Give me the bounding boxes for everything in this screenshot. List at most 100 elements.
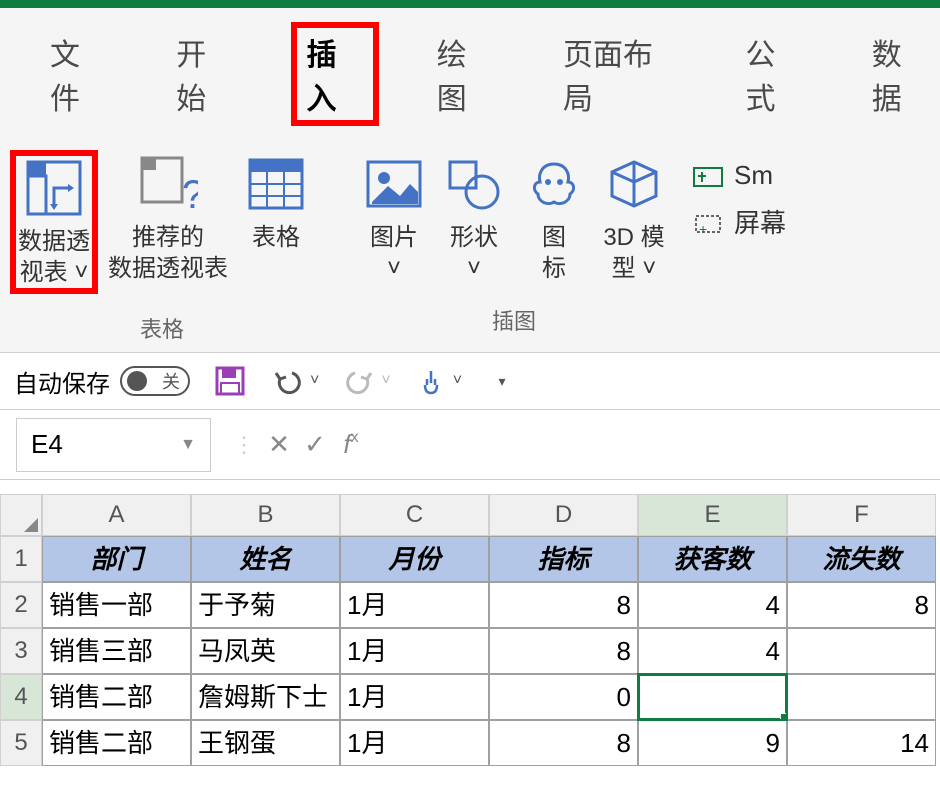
cell[interactable]: 4 xyxy=(638,628,787,674)
cell[interactable]: 8 xyxy=(489,628,638,674)
select-all-corner[interactable] xyxy=(0,494,42,536)
cell[interactable]: 获客数 xyxy=(638,536,787,582)
cell[interactable]: 8 xyxy=(787,582,936,628)
column-header-c[interactable]: C xyxy=(340,494,489,536)
pivot-table-label: 数据透 视表 ˅ xyxy=(18,226,90,288)
column-header-b[interactable]: B xyxy=(191,494,340,536)
shapes-icon xyxy=(442,152,506,216)
tab-insert[interactable]: 插入 xyxy=(291,22,379,126)
quick-access-toolbar: 自动保存 关 ˅ ˅ ˅ ▾ xyxy=(0,353,940,410)
ribbon-tabs: 文件 开始 插入 绘图 页面布局 公式 数据 xyxy=(0,8,940,138)
cell[interactable]: 马凤英 xyxy=(191,628,340,674)
enter-formula-button[interactable]: ✓ xyxy=(297,429,333,460)
name-box-value: E4 xyxy=(31,429,63,460)
table-button[interactable]: 表格 xyxy=(238,150,314,294)
cube-icon xyxy=(602,152,666,216)
icons-label: 图 标 xyxy=(542,222,566,284)
tab-data[interactable]: 数据 xyxy=(860,26,940,122)
undo-button[interactable] xyxy=(270,363,306,399)
cell[interactable]: 王钢蛋 xyxy=(191,720,340,766)
cell[interactable]: 詹姆斯下士 xyxy=(191,674,340,720)
cell-selected[interactable] xyxy=(638,674,787,720)
tab-page-layout[interactable]: 页面布局 xyxy=(551,26,688,122)
touch-dropdown[interactable]: ˅ xyxy=(453,372,462,390)
tab-home[interactable]: 开始 xyxy=(164,26,244,122)
save-button[interactable] xyxy=(212,363,248,399)
cell[interactable]: 1月 xyxy=(340,582,489,628)
row-header-5[interactable]: 5 xyxy=(0,720,42,766)
cell[interactable]: 销售一部 xyxy=(42,582,191,628)
cell[interactable]: 0 xyxy=(489,674,638,720)
row-header-1[interactable]: 1 xyxy=(0,536,42,582)
pivot-table-button[interactable]: 数据透 视表 ˅ xyxy=(10,150,98,294)
camera-icon: + xyxy=(692,208,724,236)
table-label: 表格 xyxy=(252,222,300,253)
pivot-table-icon xyxy=(22,156,86,220)
redo-button[interactable] xyxy=(341,363,377,399)
redo-dropdown[interactable]: ˅ xyxy=(381,372,390,390)
row-header-3[interactable]: 3 xyxy=(0,628,42,674)
cell[interactable]: 销售三部 xyxy=(42,628,191,674)
group-tables-label: 表格 xyxy=(140,312,184,344)
shapes-label: 形状 ˅ xyxy=(450,222,498,284)
svg-text:+: + xyxy=(699,221,707,236)
cell[interactable]: 1月 xyxy=(340,628,489,674)
smartart-button[interactable]: Sm xyxy=(692,160,786,191)
svg-text:?: ? xyxy=(182,173,198,214)
autosave-label: 自动保存 xyxy=(14,364,110,399)
touch-mode-button[interactable] xyxy=(413,363,449,399)
screenshot-button[interactable]: + 屏幕 xyxy=(692,203,786,240)
tab-formulas[interactable]: 公式 xyxy=(734,26,814,122)
cell[interactable]: 销售二部 xyxy=(42,720,191,766)
pictures-label: 图片 ˅ xyxy=(370,222,418,284)
cell[interactable]: 流失数 xyxy=(787,536,936,582)
name-box-dropdown-icon[interactable]: ▼ xyxy=(180,436,196,454)
recommended-pivot-label: 推荐的 数据透视表 xyxy=(108,222,228,284)
cell[interactable]: 4 xyxy=(638,582,787,628)
row-header-2[interactable]: 2 xyxy=(0,582,42,628)
cell[interactable]: 14 xyxy=(787,720,936,766)
name-box[interactable]: E4 ▼ xyxy=(16,418,211,472)
ribbon-body: 数据透 视表 ˅ ? 推荐的 数据透视表 表格 表格 xyxy=(0,138,940,353)
cell[interactable] xyxy=(787,674,936,720)
insert-function-button[interactable]: fx xyxy=(333,429,369,460)
column-header-a[interactable]: A xyxy=(42,494,191,536)
cell[interactable]: 1月 xyxy=(340,720,489,766)
cell[interactable]: 销售二部 xyxy=(42,674,191,720)
cell[interactable]: 8 xyxy=(489,720,638,766)
smartart-icon xyxy=(692,162,724,190)
autosave-toggle[interactable]: 自动保存 关 xyxy=(14,364,190,399)
formula-bar: E4 ▼ ⋮ ✕ ✓ fx xyxy=(0,410,940,480)
column-header-d[interactable]: D xyxy=(489,494,638,536)
column-header-f[interactable]: F xyxy=(787,494,936,536)
row-header-4[interactable]: 4 xyxy=(0,674,42,720)
shapes-button[interactable]: 形状 ˅ xyxy=(436,150,512,286)
qat-customize-button[interactable]: ▾ xyxy=(484,363,520,399)
cell[interactable] xyxy=(787,628,936,674)
recommended-pivot-button[interactable]: ? 推荐的 数据透视表 xyxy=(102,150,234,294)
smartart-label: Sm xyxy=(734,160,773,191)
tab-draw[interactable]: 绘图 xyxy=(425,26,505,122)
column-header-e[interactable]: E xyxy=(638,494,787,536)
spreadsheet-grid: A B C D E F 1 部门 姓名 月份 指标 获客数 流失数 2 销售一部… xyxy=(0,494,940,766)
cell[interactable]: 8 xyxy=(489,582,638,628)
cell[interactable]: 月份 xyxy=(340,536,489,582)
group-illustrations: 图片 ˅ 形状 ˅ 图 标 3D 模 型 ˅ 插图 xyxy=(350,150,678,344)
tab-file[interactable]: 文件 xyxy=(38,26,118,122)
cell[interactable]: 姓名 xyxy=(191,536,340,582)
table-icon xyxy=(244,152,308,216)
group-illustrations-label: 插图 xyxy=(492,304,536,336)
name-box-resize-icon[interactable]: ⋮ xyxy=(233,432,255,458)
undo-dropdown[interactable]: ˅ xyxy=(310,372,319,390)
3d-models-button[interactable]: 3D 模 型 ˅ xyxy=(596,150,672,286)
cell[interactable]: 1月 xyxy=(340,674,489,720)
pictures-button[interactable]: 图片 ˅ xyxy=(356,150,432,286)
cell[interactable]: 9 xyxy=(638,720,787,766)
cell[interactable]: 指标 xyxy=(489,536,638,582)
pictures-icon xyxy=(362,152,426,216)
cancel-formula-button[interactable]: ✕ xyxy=(261,429,297,460)
cell[interactable]: 部门 xyxy=(42,536,191,582)
toggle-switch[interactable]: 关 xyxy=(120,366,190,396)
cell[interactable]: 于予菊 xyxy=(191,582,340,628)
icons-button[interactable]: 图 标 xyxy=(516,150,592,286)
